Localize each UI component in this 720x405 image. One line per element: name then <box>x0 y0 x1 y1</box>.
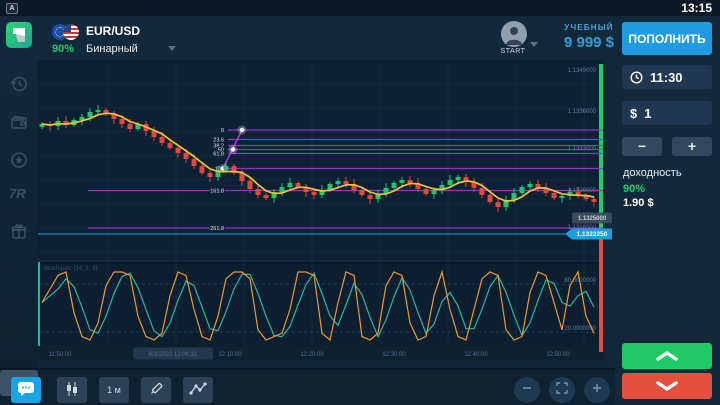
svg-text:12:20:00: 12:20:00 <box>300 352 324 358</box>
amount-input[interactable]: $ 1 <box>622 101 712 125</box>
chevron-down-icon <box>530 42 538 47</box>
svg-text:12:10:00: 12:10:00 <box>218 352 242 358</box>
svg-text:1.1349000: 1.1349000 <box>568 68 597 74</box>
svg-text:11:50:00: 11:50:00 <box>49 352 73 358</box>
indicators-button[interactable] <box>183 377 213 403</box>
moving-average-line <box>42 113 594 201</box>
wallet-icon[interactable] <box>9 112 29 132</box>
price-axis-labels: 1.1349000 1.1336000 1.1333000 1.1329000 1.13… <box>568 68 597 231</box>
svg-text:261.8: 261.8 <box>210 226 224 232</box>
svg-text:1.1329000: 1.1329000 <box>568 188 597 194</box>
svg-text:1.1322250: 1.1322250 <box>577 231 608 238</box>
chat-button[interactable] <box>11 377 41 403</box>
chart-grid <box>38 64 604 345</box>
chevron-down-icon <box>168 46 176 51</box>
svg-text:61.8: 61.8 <box>213 152 224 158</box>
status-star-icon[interactable] <box>9 150 29 170</box>
gift-icon[interactable] <box>9 222 29 242</box>
expand-icon <box>556 382 568 394</box>
svg-text:1.1325000: 1.1325000 <box>578 216 607 222</box>
expiry-value: 11:30 <box>650 70 683 85</box>
svg-text:12:40:00: 12:40:00 <box>464 352 488 358</box>
asset-payout-label: 90% <box>52 43 74 55</box>
svg-text:1.1336000: 1.1336000 <box>568 109 597 115</box>
asset-pair-label: EUR/USD <box>86 24 140 38</box>
asset-selector[interactable]: EUR/USD 90% Бинарный <box>52 22 202 56</box>
system-clock: 13:15 <box>681 1 712 15</box>
trade-panel: ПОПОЛНИТЬ 11:30 $ 1 − + доходность 90% 1… <box>615 16 720 405</box>
currency-symbol: $ <box>630 106 637 121</box>
app-window: A 13:15 7R <box>0 0 720 405</box>
plus-icon <box>591 382 603 394</box>
amount-decrease-button[interactable]: − <box>622 137 662 156</box>
clock-icon <box>630 71 643 84</box>
chevron-down-icon <box>656 381 678 391</box>
svg-text:161.8: 161.8 <box>210 189 224 195</box>
svg-text:1.1333000: 1.1333000 <box>568 146 597 152</box>
income-label: доходность <box>623 167 682 179</box>
usd-flag-icon <box>63 24 79 40</box>
tournaments-7r-icon[interactable]: 7R <box>9 186 29 206</box>
bottom-toolbar: 1 м <box>0 368 615 405</box>
svg-text:12:50:00: 12:50:00 <box>546 352 570 358</box>
svg-text:6/3/2020 12:06:31: 6/3/2020 12:06:31 <box>149 352 198 358</box>
fit-chart-button[interactable] <box>549 377 575 403</box>
os-app-badge: A <box>6 3 18 14</box>
app-logo[interactable] <box>6 22 32 48</box>
chart-type-button[interactable] <box>57 377 87 403</box>
person-icon <box>501 21 527 47</box>
amount-value: 1 <box>644 106 651 121</box>
svg-text:1.1318000: 1.1318000 <box>568 225 597 231</box>
stochastic-oscillator: Stochastic (14, 3, 3)80.000000020.000000… <box>40 266 598 340</box>
chart-canvas[interactable]: 023.638.25061.8100161.8261.81.13250001.1… <box>38 60 616 360</box>
trade-history-icon[interactable] <box>9 74 29 94</box>
deposit-button[interactable]: ПОПОЛНИТЬ <box>622 22 712 55</box>
avatar <box>501 21 527 47</box>
income-value: 1.90 $ <box>623 197 654 209</box>
oscillator-accent-strip <box>38 262 40 346</box>
os-top-strip: A 13:15 <box>0 0 720 16</box>
put-down-button[interactable] <box>622 373 712 399</box>
svg-text:0: 0 <box>221 128 224 134</box>
expiry-time-input[interactable]: 11:30 <box>622 65 712 89</box>
chat-bubble-icon <box>17 381 35 397</box>
timeframe-button[interactable]: 1 м <box>99 377 129 403</box>
drawing-tools-button[interactable] <box>141 377 171 403</box>
zoom-in-button[interactable] <box>584 377 610 403</box>
chevron-up-icon <box>656 351 678 361</box>
logo-glyph-icon <box>6 22 32 48</box>
candlestick-icon <box>64 381 80 397</box>
profile-label: START <box>493 48 533 55</box>
asset-instrument-label: Бинарный <box>86 43 138 55</box>
profile-menu[interactable]: START <box>493 20 537 58</box>
pencil-icon <box>148 381 164 397</box>
current-price-marker: 1.1325000 1.1322250 <box>38 213 612 240</box>
call-put-side-bar <box>599 64 603 352</box>
amount-increase-button[interactable]: + <box>672 137 712 156</box>
svg-text:Stochastic (14, 3, 3): Stochastic (14, 3, 3) <box>44 266 97 272</box>
income-percent: 90% <box>623 183 645 195</box>
indicator-nodes-icon <box>189 381 207 397</box>
svg-text:12:30:00: 12:30:00 <box>382 352 406 358</box>
left-sidebar: 7R <box>0 16 38 368</box>
chart-header: EUR/USD 90% Бинарный START УЧЕБНЫЙ 9 999… <box>38 16 615 60</box>
candles-layer <box>40 105 597 212</box>
minus-icon <box>521 382 533 394</box>
call-up-button[interactable] <box>622 343 712 369</box>
time-axis-labels: 11:50:0012:00:0012:10:0012:20:0012:30:00… <box>49 348 571 360</box>
zoom-out-button[interactable] <box>514 377 540 403</box>
